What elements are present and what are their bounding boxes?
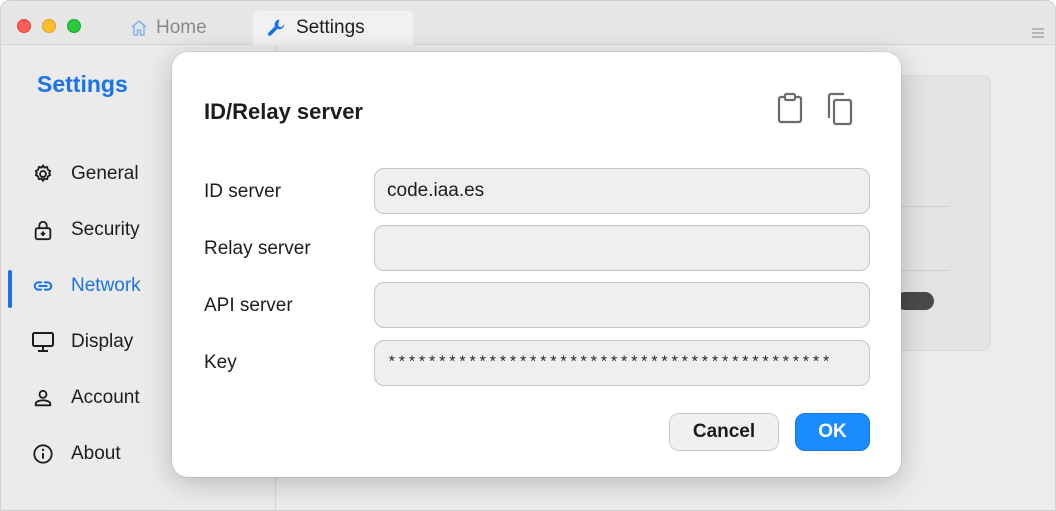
paste-icon[interactable] (777, 92, 807, 126)
id-server-input[interactable]: code.iaa.es (374, 168, 870, 214)
gear-icon (31, 162, 55, 186)
info-icon (31, 442, 55, 466)
tab-settings-label: Settings (296, 17, 365, 38)
id-server-label: ID server (204, 181, 282, 202)
relay-server-label: Relay server (204, 238, 311, 259)
minimize-window-button[interactable] (42, 19, 56, 33)
sidebar-item-label: About (71, 443, 121, 464)
ok-button[interactable]: OK (795, 413, 870, 451)
settings-toggle[interactable] (896, 292, 934, 310)
sidebar-item-label: Display (71, 331, 134, 352)
api-server-input[interactable] (374, 282, 870, 328)
key-input[interactable]: ****************************************… (374, 340, 870, 386)
hamburger-icon[interactable] (1031, 23, 1045, 44)
cancel-button[interactable]: Cancel (669, 413, 779, 451)
relay-server-input[interactable] (374, 225, 870, 271)
sidebar-item-label: Network (71, 275, 141, 296)
person-icon (31, 386, 55, 410)
title-bar: Home Settings (1, 1, 1055, 45)
sidebar-item-label: Security (71, 219, 140, 240)
dialog-title: ID/Relay server (204, 99, 363, 124)
key-label: Key (204, 352, 237, 373)
sidebar-item-label: Account (71, 387, 140, 408)
api-server-label: API server (204, 295, 293, 316)
app-window: Home Settings Settings General Security (0, 0, 1056, 511)
sidebar-item-label: General (71, 163, 139, 184)
tab-settings[interactable]: Settings (253, 11, 413, 45)
lock-icon (31, 218, 55, 242)
sidebar-title: Settings (37, 71, 128, 97)
zoom-window-button[interactable] (67, 19, 81, 33)
close-window-button[interactable] (17, 19, 31, 33)
tab-home[interactable]: Home (129, 11, 207, 45)
wrench-icon (265, 16, 289, 40)
id-relay-server-dialog: ID/Relay server ID server code.iaa.es Re… (172, 52, 901, 477)
link-icon (31, 274, 55, 298)
monitor-icon (31, 330, 55, 354)
home-icon (129, 18, 149, 38)
tab-home-label: Home (156, 17, 207, 38)
copy-icon[interactable] (825, 92, 855, 126)
